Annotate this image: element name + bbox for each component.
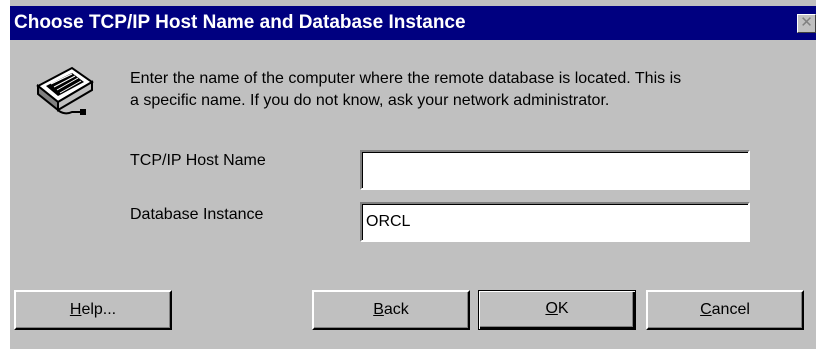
help-label: elp... <box>81 301 117 318</box>
description-line-2: a specific name. If you do not know, ask… <box>130 92 610 109</box>
cancel-label: ancel <box>711 301 750 318</box>
ok-button[interactable]: OK <box>478 290 636 330</box>
back-mnemonic: B <box>373 301 384 318</box>
description-text: Enter the name of the computer where the… <box>130 68 810 112</box>
host-name-label: TCP/IP Host Name <box>130 152 266 169</box>
close-icon: ✕ <box>800 14 813 31</box>
dialog-window: Choose TCP/IP Host Name and Database Ins… <box>10 0 816 349</box>
back-label: ack <box>383 301 409 318</box>
cancel-button[interactable]: Cancel <box>646 290 804 330</box>
help-mnemonic: H <box>69 301 82 318</box>
network-computer-icon <box>36 66 94 115</box>
ok-label: K <box>557 300 569 317</box>
database-instance-input[interactable] <box>360 202 750 242</box>
dialog-title: Choose TCP/IP Host Name and Database Ins… <box>14 12 466 33</box>
help-button[interactable]: Help... <box>14 290 172 330</box>
title-bar: Choose TCP/IP Host Name and Database Ins… <box>10 6 816 40</box>
ok-mnemonic: O <box>545 300 558 317</box>
cancel-mnemonic: C <box>700 301 712 318</box>
description-line-1: Enter the name of the computer where the… <box>130 70 682 87</box>
back-button[interactable]: Back <box>312 290 470 330</box>
host-name-input[interactable] <box>360 150 750 190</box>
close-button[interactable]: ✕ <box>797 14 816 33</box>
database-instance-label: Database Instance <box>130 206 264 223</box>
